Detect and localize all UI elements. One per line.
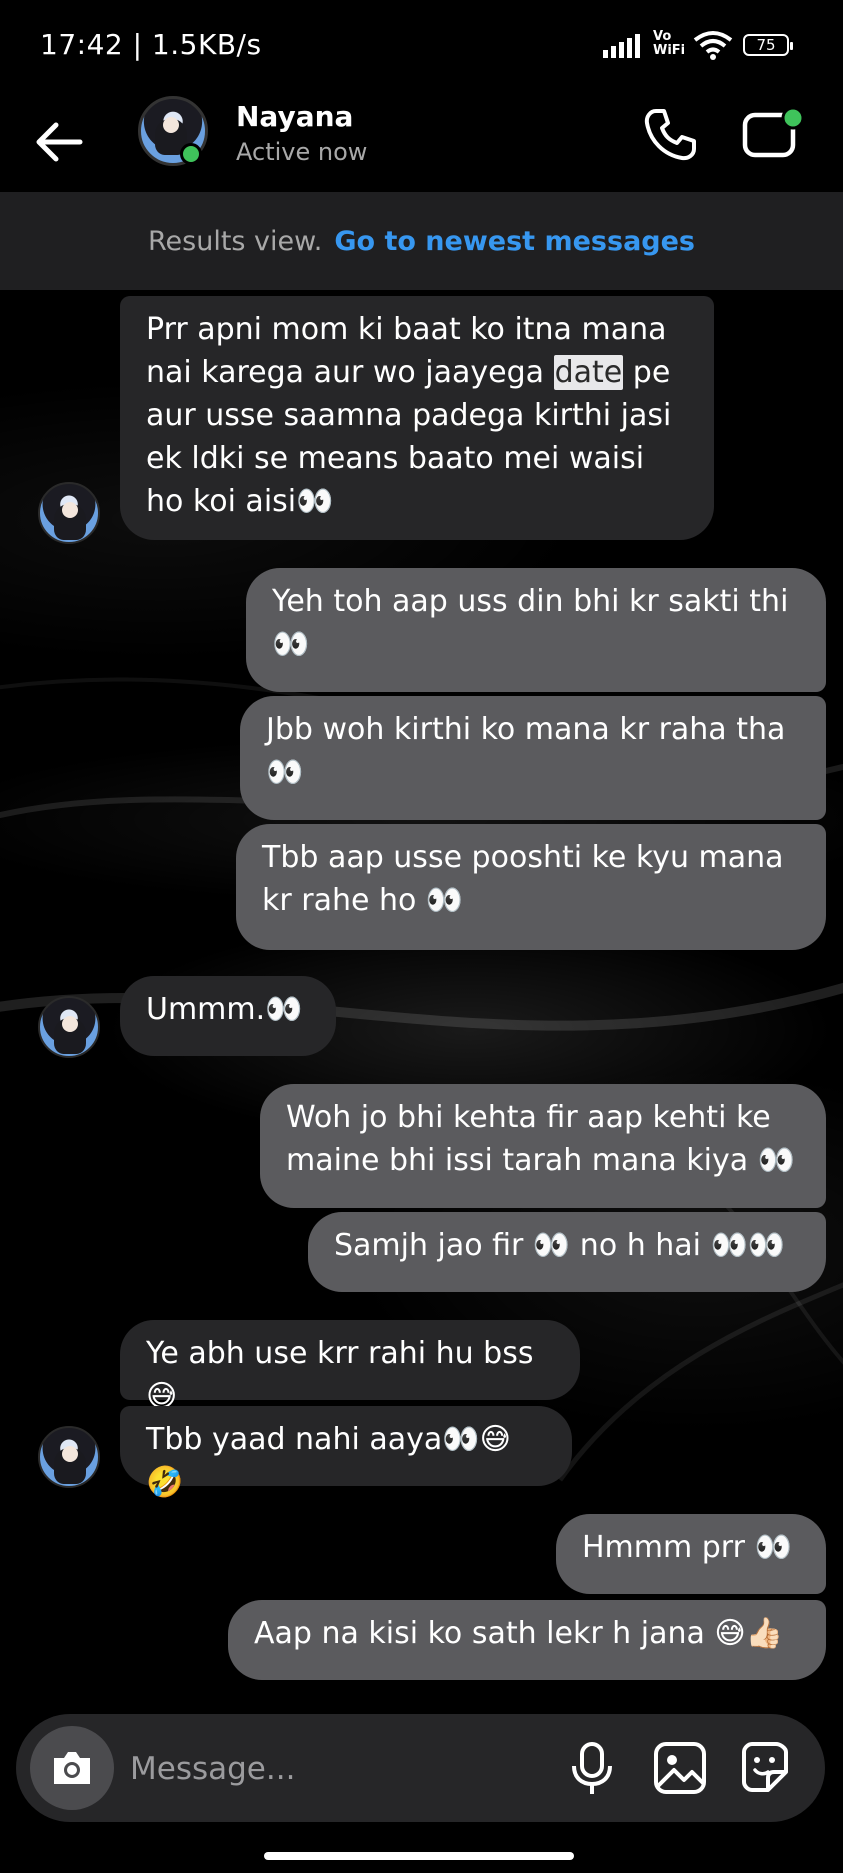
camera-button[interactable] bbox=[30, 1726, 114, 1810]
gallery-icon[interactable] bbox=[650, 1738, 710, 1798]
message-bubble-outgoing[interactable]: Aap na kisi ko sath lekr h jana 😅👍🏻 bbox=[228, 1600, 826, 1680]
message-input[interactable] bbox=[128, 1736, 462, 1802]
microphone-icon[interactable] bbox=[564, 1740, 620, 1796]
signal-icon bbox=[603, 34, 640, 58]
status-time: 17:42 | 1.5KB/s bbox=[40, 28, 262, 61]
camera-icon bbox=[54, 1752, 90, 1784]
message-text: Aap na kisi ko sath lekr h jana 😅👍🏻 bbox=[254, 1616, 784, 1651]
back-arrow-icon[interactable] bbox=[30, 112, 90, 172]
battery-icon: 75 bbox=[743, 34, 793, 56]
search-highlight: date bbox=[553, 355, 624, 390]
message-text: Jbb woh kirthi ko mana kr raha tha 👀 bbox=[266, 712, 795, 790]
sender-avatar[interactable] bbox=[38, 482, 100, 544]
chat-header bbox=[0, 92, 843, 192]
message-text: Yeh toh aap uss din bhi kr sakti thi 👀 bbox=[272, 584, 798, 662]
message-bubble-outgoing[interactable]: Hmmm prr 👀 bbox=[556, 1514, 826, 1594]
message-bubble-incoming[interactable]: Ye abh use krr rahi hu bss😅 bbox=[120, 1320, 580, 1414]
message-text: Tbb aap usse pooshti ke kyu mana kr rahe… bbox=[262, 840, 794, 918]
video-call-icon[interactable] bbox=[740, 105, 810, 165]
message-bubble-incoming[interactable]: Prr apni mom ki baat ko itna mana nai ka… bbox=[120, 296, 714, 540]
message-bubble-incoming[interactable]: Tbb yaad nahi aaya👀😅🤣 bbox=[120, 1406, 572, 1500]
message-bubble-outgoing[interactable]: Yeh toh aap uss din bhi kr sakti thi 👀 bbox=[246, 568, 826, 692]
phone-icon[interactable] bbox=[640, 105, 700, 165]
home-indicator[interactable] bbox=[264, 1852, 574, 1860]
message-bubble-outgoing[interactable]: Samjh jao fir 👀 no h hai 👀👀 bbox=[308, 1212, 826, 1292]
wifi-icon bbox=[693, 31, 733, 60]
message-text: Hmmm prr 👀 bbox=[582, 1530, 792, 1565]
message-bubble-outgoing[interactable]: Jbb woh kirthi ko mana kr raha tha 👀 bbox=[240, 696, 826, 820]
message-bubble-incoming[interactable]: Ummm.👀 bbox=[120, 976, 336, 1056]
results-view-label: Results view. bbox=[147, 225, 323, 257]
message-bubble-outgoing[interactable]: Tbb aap usse pooshti ke kyu mana kr rahe… bbox=[236, 824, 826, 950]
online-status-dot bbox=[180, 143, 202, 165]
vowifi-icon: Vo WiFi bbox=[653, 29, 686, 58]
message-text: Woh jo bhi kehta fir aap kehti ke maine … bbox=[286, 1100, 796, 1178]
results-banner: Results view. Go to newest messages bbox=[0, 192, 843, 290]
message-composer bbox=[16, 1714, 825, 1822]
sender-avatar[interactable] bbox=[38, 1426, 100, 1488]
sticker-icon[interactable] bbox=[734, 1738, 794, 1798]
status-bar: 17:42 | 1.5KB/s Vo WiFi 75 bbox=[0, 0, 843, 92]
message-text: Samjh jao fir 👀 no h hai 👀👀 bbox=[334, 1228, 786, 1263]
message-text: Ummm.👀 bbox=[146, 992, 303, 1027]
contact-status: Active now bbox=[236, 138, 368, 166]
contact-name[interactable]: Nayana bbox=[236, 100, 353, 133]
message-bubble-outgoing[interactable]: Woh jo bhi kehta fir aap kehti ke maine … bbox=[260, 1084, 826, 1208]
go-to-newest-messages-link[interactable]: Go to newest messages bbox=[334, 226, 695, 257]
sender-avatar[interactable] bbox=[38, 996, 100, 1058]
